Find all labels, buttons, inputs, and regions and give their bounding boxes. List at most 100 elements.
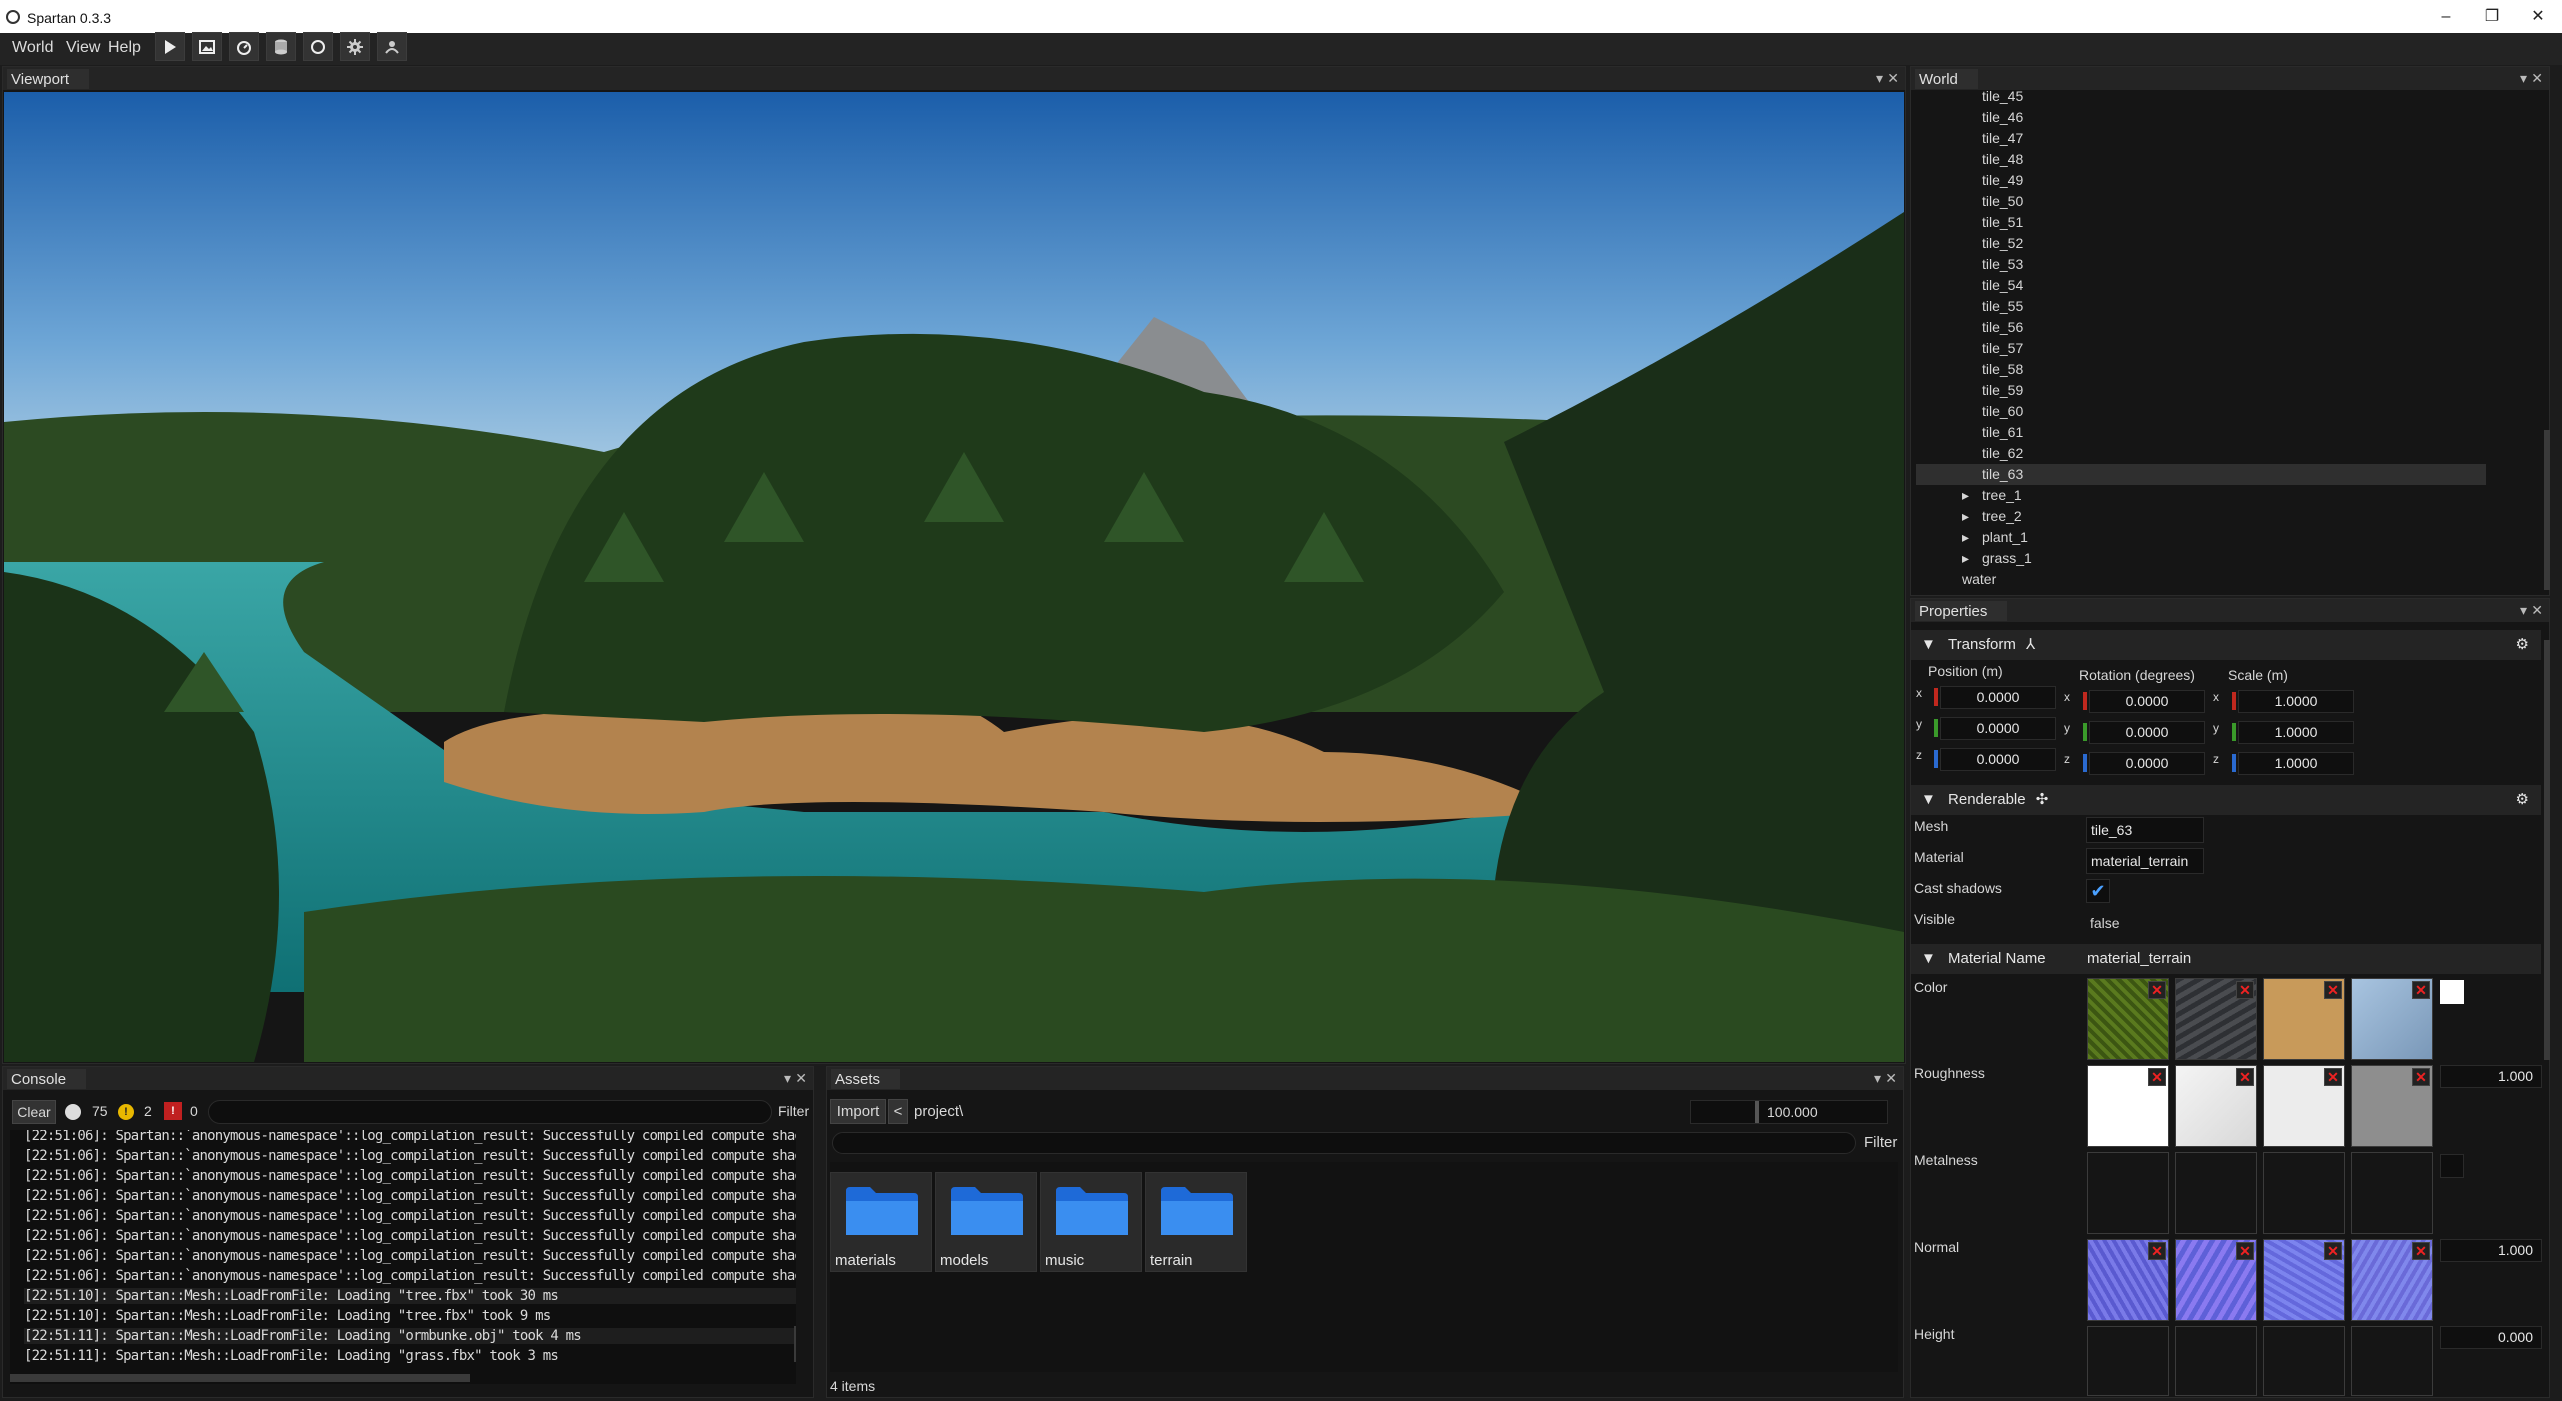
tree-item[interactable]: water — [1962, 569, 1996, 590]
minimize-button[interactable]: – — [2426, 4, 2466, 30]
roughness-input[interactable]: 1.000 — [2440, 1065, 2542, 1088]
color-swatch[interactable] — [2440, 980, 2464, 1004]
position-x-input[interactable]: 0.0000 — [1940, 686, 2056, 709]
properties-title[interactable]: Properties — [1915, 601, 2008, 621]
menu-help[interactable]: Help — [108, 39, 141, 57]
zoom-slider[interactable]: 100.000 — [1690, 1100, 1888, 1124]
cast-shadows-checkbox[interactable]: ✔ — [2086, 879, 2110, 903]
height-input[interactable]: 0.000 — [2440, 1326, 2542, 1349]
height-texture-slot[interactable] — [2263, 1326, 2345, 1396]
database-button[interactable] — [266, 32, 296, 61]
remove-texture-icon[interactable]: ✕ — [2148, 1242, 2166, 1260]
normal-texture-slot[interactable]: ✕ — [2087, 1239, 2169, 1321]
rotation-y-input[interactable]: 0.0000 — [2089, 721, 2205, 744]
info-filter-icon[interactable] — [65, 1104, 81, 1120]
rotation-x-input[interactable]: 0.0000 — [2089, 690, 2205, 713]
console-title[interactable]: Console — [7, 1069, 87, 1089]
tree-item[interactable]: tile_54 — [1982, 275, 2023, 296]
remove-texture-icon[interactable]: ✕ — [2236, 1068, 2254, 1086]
remove-texture-icon[interactable]: ✕ — [2148, 1068, 2166, 1086]
tree-group[interactable]: tree_2 — [1982, 506, 2022, 527]
position-z-input[interactable]: 0.0000 — [1940, 748, 2056, 771]
tree-group[interactable]: plant_1 — [1982, 527, 2028, 548]
properties-scrollbar[interactable] — [2544, 640, 2550, 1060]
metalness-texture-slot[interactable] — [2263, 1152, 2345, 1234]
tree-item[interactable]: tile_60 — [1982, 401, 2023, 422]
remove-texture-icon[interactable]: ✕ — [2412, 1242, 2430, 1260]
console-log[interactable]: [22:51:06]: Spartan::`anonymous-namespac… — [10, 1130, 796, 1384]
remove-texture-icon[interactable]: ✕ — [2324, 1242, 2342, 1260]
back-button[interactable]: < — [888, 1099, 908, 1124]
menu-world[interactable]: World — [12, 39, 54, 57]
renderable-header[interactable]: ▼ Renderable ✣ ⚙ — [1911, 785, 2541, 815]
tree-group[interactable]: grass_1 — [1982, 548, 2032, 569]
tree-item-selected[interactable]: tile_63 — [1916, 464, 2486, 485]
tree-item[interactable]: tile_53 — [1982, 254, 2023, 275]
tree-item[interactable]: tile_46 — [1982, 107, 2023, 128]
metalness-texture-slot[interactable] — [2087, 1152, 2169, 1234]
panel-close-icon[interactable]: ✕ — [1885, 1070, 1897, 1087]
height-texture-slot[interactable] — [2175, 1326, 2257, 1396]
maximize-button[interactable]: ❐ — [2472, 4, 2512, 30]
tree-group[interactable]: tree_1 — [1982, 485, 2022, 506]
panel-close-icon[interactable]: ✕ — [795, 1070, 807, 1087]
height-texture-slot[interactable] — [2351, 1326, 2433, 1396]
normal-texture-slot[interactable]: ✕ — [2263, 1239, 2345, 1321]
console-filter-input[interactable] — [208, 1100, 772, 1124]
folder-materials[interactable]: materials — [830, 1172, 932, 1272]
position-y-input[interactable]: 0.0000 — [1940, 717, 2056, 740]
console-hscrollbar[interactable] — [10, 1374, 470, 1382]
tree-item[interactable]: tile_49 — [1982, 170, 2023, 191]
tree-item[interactable]: tile_50 — [1982, 191, 2023, 212]
world-scrollbar[interactable] — [2544, 430, 2550, 590]
rotation-z-input[interactable]: 0.0000 — [2089, 752, 2205, 775]
tree-item[interactable]: tile_47 — [1982, 128, 2023, 149]
remove-texture-icon[interactable]: ✕ — [2236, 981, 2254, 999]
tree-item[interactable]: tile_56 — [1982, 317, 2023, 338]
metalness-texture-slot[interactable] — [2351, 1152, 2433, 1234]
component-settings-icon[interactable]: ⚙ — [2516, 785, 2529, 815]
tree-item[interactable]: tile_51 — [1982, 212, 2023, 233]
material-header[interactable]: ▼ Material Name material_terrain — [1911, 944, 2541, 974]
clear-button[interactable]: Clear — [12, 1100, 56, 1124]
viewport-title[interactable]: Viewport — [7, 69, 90, 89]
viewport-render[interactable] — [4, 92, 1904, 1062]
tree-item[interactable]: tile_62 — [1982, 443, 2023, 464]
tree-expand-icon[interactable]: ▸ — [1962, 527, 1969, 548]
tree-item[interactable]: tile_48 — [1982, 149, 2023, 170]
scale-x-input[interactable]: 1.0000 — [2238, 690, 2354, 713]
remove-texture-icon[interactable]: ✕ — [2324, 981, 2342, 999]
world-title[interactable]: World — [1915, 69, 1978, 89]
transform-header[interactable]: ▼ Transform ⅄ ⚙ — [1911, 630, 2541, 660]
tree-item[interactable]: tile_59 — [1982, 380, 2023, 401]
remove-texture-icon[interactable]: ✕ — [2148, 981, 2166, 999]
scale-y-input[interactable]: 1.0000 — [2238, 721, 2354, 744]
roughness-texture-slot[interactable]: ✕ — [2263, 1065, 2345, 1147]
component-settings-icon[interactable]: ⚙ — [2516, 630, 2529, 660]
folder-music[interactable]: music — [1040, 1172, 1142, 1272]
remove-texture-icon[interactable]: ✕ — [2236, 1242, 2254, 1260]
menu-view[interactable]: View — [66, 39, 100, 57]
tree-item[interactable]: tile_45 — [1982, 86, 2023, 107]
roughness-texture-slot[interactable]: ✕ — [2087, 1065, 2169, 1147]
color-texture-slot[interactable]: ✕ — [2351, 978, 2433, 1060]
panel-options-icon[interactable]: ▾ — [1874, 1070, 1881, 1087]
tree-expand-icon[interactable]: ▸ — [1962, 485, 1969, 506]
tree-expand-icon[interactable]: ▸ — [1962, 506, 1969, 527]
error-filter-icon[interactable]: ! — [164, 1102, 182, 1120]
tree-expand-icon[interactable]: ▸ — [1962, 548, 1969, 569]
color-texture-slot[interactable]: ✕ — [2263, 978, 2345, 1060]
color-texture-slot[interactable]: ✕ — [2175, 978, 2257, 1060]
panel-options-icon[interactable]: ▾ — [2520, 70, 2527, 87]
remove-texture-icon[interactable]: ✕ — [2412, 981, 2430, 999]
assets-filter-input[interactable] — [832, 1132, 1856, 1154]
normal-texture-slot[interactable]: ✕ — [2175, 1239, 2257, 1321]
import-button[interactable]: Import — [830, 1099, 886, 1124]
panel-options-icon[interactable]: ▾ — [2520, 602, 2527, 619]
panel-close-icon[interactable]: ✕ — [2531, 70, 2543, 87]
normal-input[interactable]: 1.000 — [2440, 1239, 2542, 1262]
roughness-texture-slot[interactable]: ✕ — [2175, 1065, 2257, 1147]
timer-button[interactable] — [229, 32, 259, 61]
assets-title[interactable]: Assets — [831, 1069, 901, 1089]
settings-button[interactable] — [340, 32, 370, 61]
